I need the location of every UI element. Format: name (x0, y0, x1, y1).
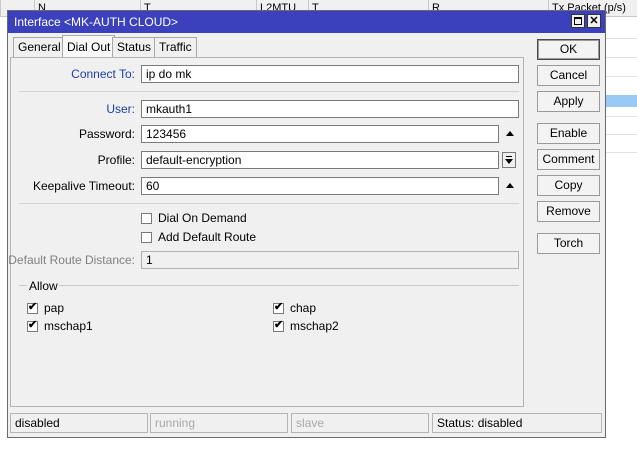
tab-traffic[interactable]: Traffic (154, 37, 197, 57)
profile-dropdown-button[interactable] (502, 152, 516, 168)
tab-dial-out[interactable]: Dial Out (62, 35, 116, 58)
background-row-divider (606, 76, 637, 77)
maximize-button[interactable] (571, 14, 585, 28)
ok-button[interactable]: OK (537, 39, 600, 60)
close-button[interactable]: ✕ (587, 14, 601, 28)
add-default-route-checkbox[interactable] (141, 232, 152, 243)
profile-label: Profile: (97, 153, 135, 167)
chevron-down-icon (505, 159, 513, 164)
keepalive-timeout-label: Keepalive Timeout: (32, 179, 135, 193)
torch-button[interactable]: Torch (537, 233, 600, 254)
group-border (59, 285, 519, 286)
comment-button[interactable]: Comment (537, 149, 600, 170)
default-route-distance-label: Default Route Distance: (8, 253, 135, 267)
keepalive-timeout-field[interactable]: 60 (141, 177, 499, 195)
connect-to-label: Connect To: (71, 67, 135, 81)
allow-chap-checkbox[interactable]: ✔ (273, 301, 284, 314)
add-default-route-label: Add Default Route (158, 230, 257, 244)
cancel-button[interactable]: Cancel (537, 65, 600, 86)
allow-group-legend: Allow (29, 279, 58, 293)
checkmark-icon: ✔ (274, 319, 284, 331)
allow-pap-label: pap (44, 301, 65, 315)
close-icon: ✕ (589, 15, 599, 27)
user-label: User: (106, 102, 135, 116)
status-slave: slave (291, 413, 429, 433)
separator (19, 91, 519, 92)
checkmark-icon: ✔ (274, 301, 284, 313)
background-row-divider (606, 134, 637, 135)
background-row-divider (606, 38, 637, 39)
maximize-icon (574, 17, 582, 25)
enable-button[interactable]: Enable (537, 123, 600, 144)
collapse-arrow-icon[interactable] (506, 183, 514, 188)
allow-mschap1-label: mschap1 (44, 319, 93, 333)
allow-mschap1-checkbox[interactable]: ✔ (27, 319, 38, 332)
title-bar[interactable]: Interface <MK-AUTH CLOUD> ✕ (8, 11, 605, 33)
default-route-distance-field: 1 (141, 251, 519, 269)
background-row-divider (606, 57, 637, 58)
window-title: Interface <MK-AUTH CLOUD> (14, 15, 179, 29)
tab-general[interactable]: General (13, 37, 66, 57)
collapse-arrow-icon[interactable] (506, 131, 514, 136)
apply-button[interactable]: Apply (537, 91, 600, 112)
background-row-divider (606, 152, 637, 153)
group-border (19, 285, 27, 286)
allow-chap-label: chap (290, 301, 317, 315)
status-running: running (150, 413, 288, 433)
checkmark-icon: ✔ (28, 301, 38, 313)
background-selected-row[interactable] (606, 95, 637, 107)
password-field[interactable]: 123456 (141, 125, 499, 143)
allow-mschap2-label: mschap2 (290, 319, 339, 333)
dial-on-demand-label: Dial On Demand (158, 211, 247, 225)
separator (19, 203, 519, 204)
status-enabled: disabled (10, 413, 148, 433)
profile-select[interactable]: default-encryption (141, 151, 499, 169)
tab-status[interactable]: Status (112, 37, 157, 57)
remove-button[interactable]: Remove (537, 201, 600, 222)
dial-on-demand-checkbox[interactable] (141, 213, 152, 224)
allow-pap-checkbox[interactable]: ✔ (27, 301, 38, 314)
dial-out-panel: Connect To: ip do mk User: mkauth1 Passw… (8, 57, 524, 407)
checkmark-icon: ✔ (28, 319, 38, 331)
interface-dialog: Interface <MK-AUTH CLOUD> ✕ General Dial… (7, 10, 606, 438)
password-label: Password: (78, 127, 135, 141)
user-field[interactable]: mkauth1 (141, 100, 519, 118)
background-row-divider (606, 116, 637, 117)
copy-button[interactable]: Copy (537, 175, 600, 196)
dropdown-bar-icon (506, 156, 512, 157)
connect-to-field[interactable]: ip do mk (141, 65, 519, 83)
status-text: Status: disabled (432, 413, 602, 433)
allow-mschap2-checkbox[interactable]: ✔ (273, 319, 284, 332)
